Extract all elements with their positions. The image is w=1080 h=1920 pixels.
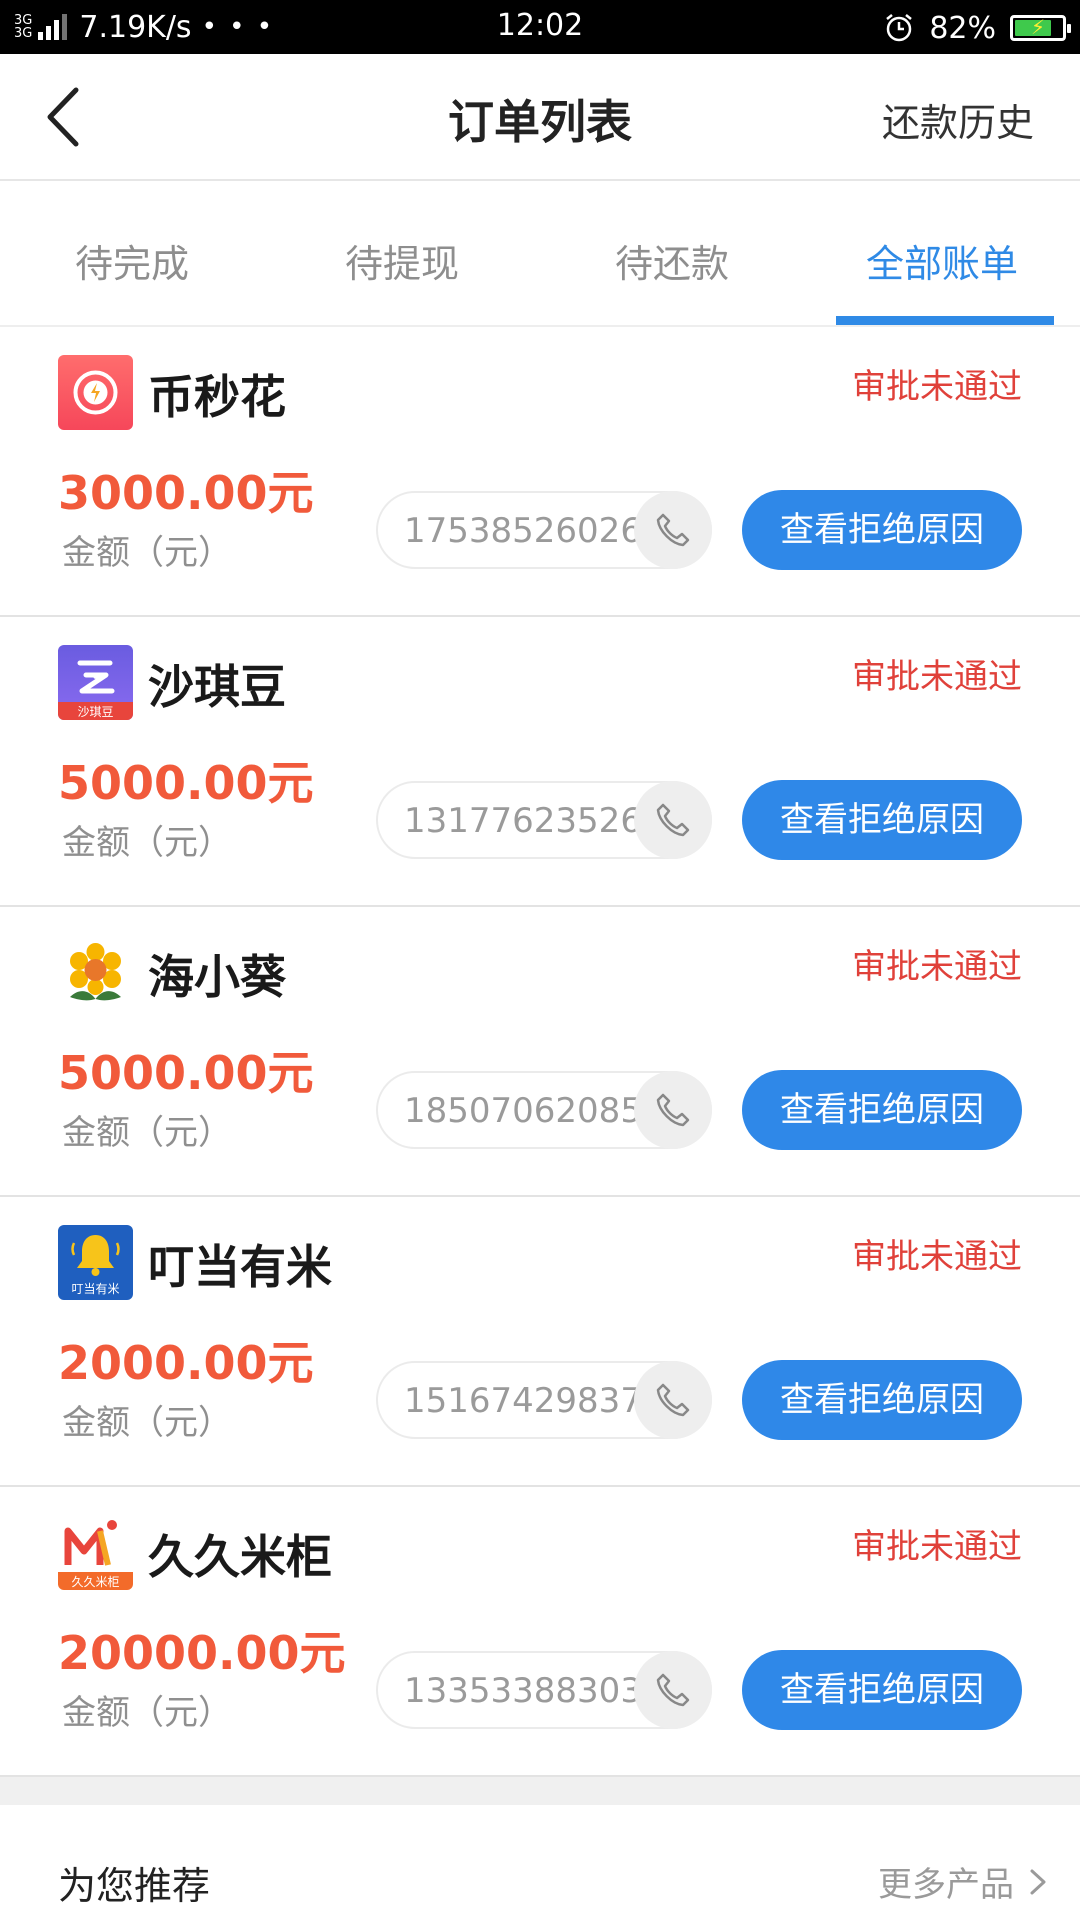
phone-icon — [656, 513, 690, 547]
tab-pending-repay[interactable]: 待还款 — [615, 233, 729, 288]
loan-amount: 5000.00元 — [58, 756, 314, 810]
phone-icon — [656, 803, 690, 837]
call-button[interactable] — [634, 1361, 712, 1439]
amount-label: 金额（元） — [62, 533, 232, 573]
jiujiumigui-logo: 久久米柜 — [58, 1515, 133, 1590]
call-button[interactable] — [634, 1651, 712, 1729]
chevron-right-icon — [1030, 1869, 1046, 1894]
order-list: 币秒花 审批未通过 3000.00元 金额（元） 17538526026 查看拒… — [0, 327, 1080, 1777]
sunflower-logo — [58, 935, 133, 1010]
battery-percent: 82% — [929, 10, 996, 46]
order-card: 币秒花 审批未通过 3000.00元 金额（元） 17538526026 查看拒… — [0, 327, 1080, 617]
product-name: 海小葵 — [148, 950, 286, 1004]
logo-text: 久久米柜 — [71, 1575, 119, 1589]
phone-icon — [656, 1383, 690, 1417]
product-name: 久久米柜 — [148, 1530, 332, 1584]
battery-icon: ⚡ — [1010, 15, 1071, 41]
phone-field: 13177623526 — [376, 781, 712, 859]
phone-field: 17538526026 — [376, 491, 712, 569]
bell-logo: 叮当有米 — [58, 1225, 133, 1300]
order-card: 沙琪豆 沙琪豆 审批未通过 5000.00元 金额（元） 13177623526… — [0, 617, 1080, 907]
status-badge: 审批未通过 — [852, 657, 1022, 697]
phone-icon — [656, 1093, 690, 1127]
status-badge: 审批未通过 — [852, 367, 1022, 407]
call-button[interactable] — [634, 1071, 712, 1149]
amount-label: 金额（元） — [62, 1403, 232, 1443]
logo-text: 沙琪豆 — [77, 705, 113, 719]
shaqidou-logo: 沙琪豆 — [58, 645, 133, 720]
loan-amount: 3000.00元 — [58, 466, 314, 520]
tab-all-bills[interactable]: 全部账单 — [866, 233, 1018, 288]
product-name: 币秒花 — [148, 370, 286, 424]
bimiaohua-logo — [58, 355, 133, 430]
view-rejection-reason-button[interactable]: 查看拒绝原因 — [742, 1650, 1022, 1730]
repayment-history-link[interactable]: 还款历史 — [882, 92, 1034, 147]
tab-pending-withdraw[interactable]: 待提现 — [345, 233, 459, 288]
phone-field: 13353388303 — [376, 1651, 712, 1729]
loan-amount: 5000.00元 — [58, 1046, 314, 1100]
phone-icon — [656, 1673, 690, 1707]
order-card: 海小葵 审批未通过 5000.00元 金额（元） 18507062085 查看拒… — [0, 907, 1080, 1197]
order-card: 叮当有米 叮当有米 审批未通过 2000.00元 金额（元） 151674298… — [0, 1197, 1080, 1487]
view-rejection-reason-button[interactable]: 查看拒绝原因 — [742, 1360, 1022, 1440]
phone-number: 17538526026 — [404, 511, 642, 551]
loan-amount: 20000.00元 — [58, 1626, 346, 1680]
section-divider — [0, 1777, 1080, 1805]
phone-field: 15167429837 — [376, 1361, 712, 1439]
call-button[interactable] — [634, 781, 712, 859]
active-tab-indicator — [836, 316, 1054, 325]
view-rejection-reason-button[interactable]: 查看拒绝原因 — [742, 780, 1022, 860]
amount-label: 金额（元） — [62, 823, 232, 863]
alarm-icon — [886, 14, 913, 42]
status-badge: 审批未通过 — [852, 1527, 1022, 1567]
view-rejection-reason-button[interactable]: 查看拒绝原因 — [742, 490, 1022, 570]
more-products-label: 更多产品 — [878, 1865, 1014, 1905]
tab-pending-complete[interactable]: 待完成 — [75, 233, 189, 288]
charging-icon: ⚡ — [1031, 15, 1046, 39]
phone-number: 18507062085 — [404, 1091, 642, 1131]
phone-number: 13177623526 — [404, 801, 642, 841]
more-products-link[interactable]: 更多产品 — [878, 1857, 1050, 1906]
recommend-title: 为您推荐 — [58, 1864, 211, 1908]
call-button[interactable] — [634, 491, 712, 569]
tab-bar: 待完成 待提现 待还款 全部账单 — [0, 183, 1080, 327]
status-bar: 3G 3G 7.19K/s • • • 12:02 82% ⚡ — [0, 0, 1080, 54]
status-badge: 审批未通过 — [852, 947, 1022, 987]
nav-header: 订单列表 还款历史 — [0, 54, 1080, 181]
recommend-section: 为您推荐 更多产品 — [0, 1805, 1080, 1920]
loan-amount: 2000.00元 — [58, 1336, 314, 1390]
product-name: 叮当有米 — [148, 1240, 332, 1294]
phone-field: 18507062085 — [376, 1071, 712, 1149]
order-card: 久久米柜 久久米柜 审批未通过 20000.00元 金额（元） 13353388… — [0, 1487, 1080, 1777]
status-right: 82% ⚡ — [883, 8, 1071, 48]
amount-label: 金额（元） — [62, 1113, 232, 1153]
product-name: 沙琪豆 — [148, 660, 286, 714]
phone-number: 15167429837 — [404, 1381, 642, 1421]
amount-label: 金额（元） — [62, 1693, 232, 1733]
logo-text: 叮当有米 — [71, 1282, 119, 1296]
phone-number: 13353388303 — [404, 1671, 642, 1711]
view-rejection-reason-button[interactable]: 查看拒绝原因 — [742, 1070, 1022, 1150]
status-badge: 审批未通过 — [852, 1237, 1022, 1277]
